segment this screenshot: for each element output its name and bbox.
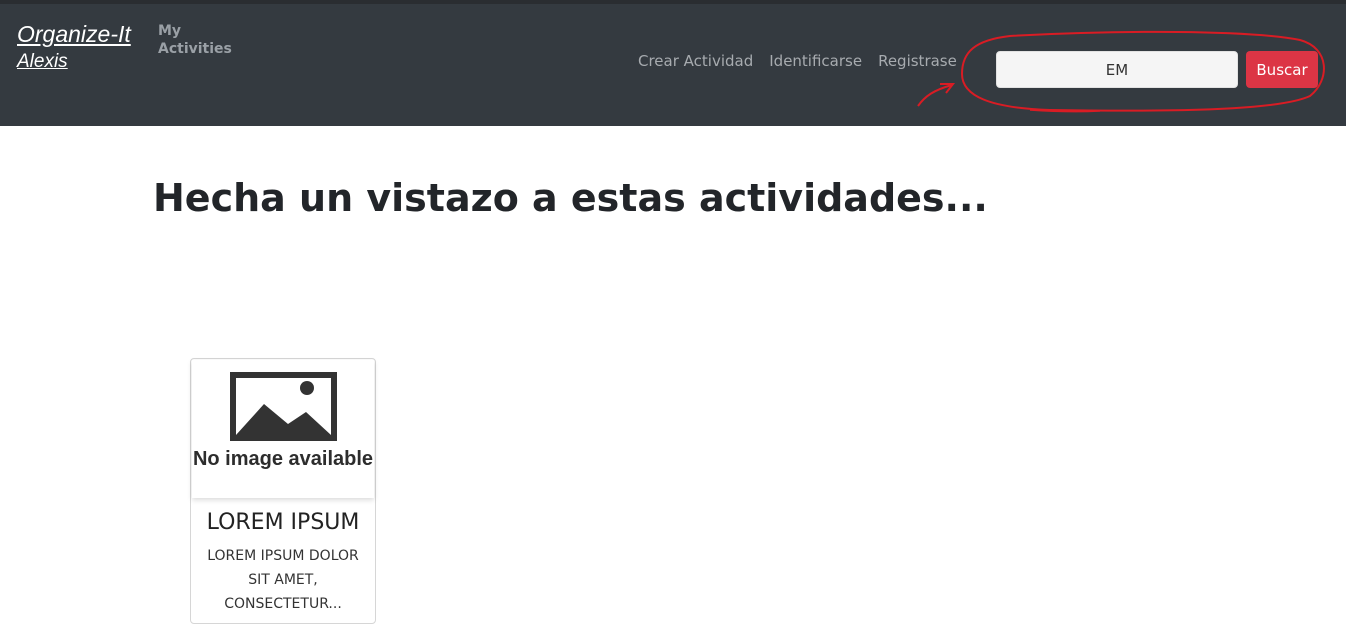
page-heading: Hecha un vistazo a estas actividades... (153, 176, 988, 220)
nav-link-crear-actividad[interactable]: Crear Actividad (638, 52, 753, 70)
brand-title: Organize-It (17, 21, 131, 47)
activity-card[interactable]: No image available LOREM IPSUM LOREM IPS… (190, 358, 376, 624)
no-image-text: No image available (192, 448, 374, 470)
image-placeholder-icon (230, 372, 337, 441)
nav-link-registrase[interactable]: Registrase (878, 52, 957, 70)
search-button[interactable]: Buscar (1246, 51, 1318, 88)
my-activities-link[interactable]: My Activities (158, 22, 238, 58)
card-title: LOREM IPSUM (206, 510, 360, 535)
no-image-placeholder: No image available (192, 360, 374, 498)
brand-link[interactable]: Organize-It Alexis (17, 16, 147, 74)
card-text: LOREM IPSUM DOLOR SIT AMET, CONSECTETUR.… (207, 548, 359, 612)
brand-user: Alexis (17, 51, 68, 72)
search-input[interactable] (996, 51, 1238, 88)
navbar: Organize-It Alexis My Activities Crear A… (0, 4, 1346, 126)
nav-link-identificarse[interactable]: Identificarse (769, 52, 862, 70)
nav-links: Crear Actividad Identificarse Registrase (638, 52, 957, 70)
